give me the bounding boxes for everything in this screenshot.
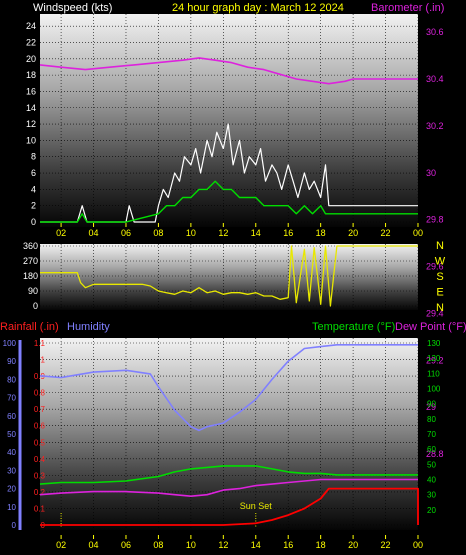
temperature-tick-label: 30	[427, 491, 436, 500]
weather-panel-background	[40, 338, 418, 530]
windspeed-tick-label: 4	[31, 184, 36, 194]
weather-x-tick-label: 18	[316, 540, 326, 550]
weather-x-tick-label: 22	[381, 540, 391, 550]
windspeed-tick-label: 22	[26, 37, 36, 47]
rainfall-tick-label: 0.2	[34, 488, 46, 497]
barometer-tick-label: 30	[426, 168, 436, 178]
windspeed-tick-label: 2	[31, 201, 36, 211]
windspeed-tick-label: 10	[26, 135, 36, 145]
humidity-tick-label: 10	[7, 503, 16, 512]
humidity-tick-label: 80	[7, 375, 16, 384]
windspeed-tick-label: 14	[26, 103, 36, 113]
weather-x-tick-label: 02	[56, 540, 66, 550]
weather-x-tick-label: 10	[186, 540, 196, 550]
wind-x-tick-label: 16	[283, 228, 293, 238]
wind-x-tick-label: 22	[381, 228, 391, 238]
temperature-tick-label: 50	[427, 460, 436, 469]
weather-x-tick-label: 16	[283, 540, 293, 550]
humidity-tick-label: 60	[7, 412, 16, 421]
wind-x-tick-label: 04	[89, 228, 99, 238]
barometer-tick-label: 30.6	[426, 27, 444, 37]
rainfall-tick-label: 1	[41, 356, 46, 365]
windspeed-tick-label: 0	[31, 217, 36, 227]
weather-x-tick-label: 04	[89, 540, 99, 550]
wind-x-tick-label: 02	[56, 228, 66, 238]
wind-direction-background	[40, 244, 418, 310]
direction-tick-label: 0	[33, 301, 38, 311]
barometer-tick-label: 30.2	[426, 121, 444, 131]
humidity-tick-label: 100	[3, 339, 17, 348]
direction-tick-label: 180	[23, 271, 38, 281]
weather-x-tick-label: 20	[348, 540, 358, 550]
compass-letter: N	[436, 240, 444, 252]
compass-letter: S	[436, 271, 443, 283]
temperature-label: Temperature (°F)	[312, 321, 395, 333]
wind-x-tick-label: 06	[121, 228, 131, 238]
sunset-label: Sun Set	[240, 501, 273, 511]
rainfall-tick-label: 0.7	[34, 405, 46, 414]
compass-letter: W	[435, 256, 446, 268]
windspeed-tick-label: 16	[26, 86, 36, 96]
rainfall-label: Rainfall (.in)	[0, 321, 59, 333]
humidity-tick-label: 70	[7, 394, 16, 403]
windspeed-label: Windspeed (kts)	[33, 2, 112, 14]
temperature-tick-label: 100	[427, 385, 441, 394]
weather-x-tick-label: 00	[413, 540, 423, 550]
wind-x-tick-label: 14	[251, 228, 261, 238]
windspeed-tick-label: 18	[26, 70, 36, 80]
direction-tick-label: 270	[23, 256, 38, 266]
windspeed-tick-label: 24	[26, 21, 36, 31]
humidity-tick-label: 30	[7, 466, 16, 475]
rainfall-tick-label: 0.6	[34, 422, 46, 431]
weather-x-tick-label: 06	[121, 540, 131, 550]
temperature-tick-label: 80	[427, 415, 436, 424]
wind-panel-background	[40, 14, 418, 227]
wind-direction-panel: 090180270360 NWSEN	[23, 240, 446, 314]
barometer-tick-label: 30.4	[426, 74, 444, 84]
windspeed-tick-label: 6	[31, 168, 36, 178]
temperature-tick-label: 120	[427, 354, 441, 363]
humidity-tick-label: 0	[12, 521, 17, 530]
humidity-tick-label: 50	[7, 430, 16, 439]
temperature-tick-label: 40	[427, 476, 436, 485]
temperature-tick-label: 20	[427, 506, 436, 515]
compass-letter: N	[436, 302, 444, 314]
barometer-label: Barometer (.in)	[371, 2, 444, 14]
wind-x-tick-label: 18	[316, 228, 326, 238]
wind-x-tick-label: 12	[218, 228, 228, 238]
rainfall-tick-label: 0.3	[34, 471, 46, 480]
temperature-tick-label: 90	[427, 400, 436, 409]
weather-graph: Windspeed (kts) 24 hour graph day : Marc…	[0, 2, 466, 550]
temperature-tick-label: 70	[427, 430, 436, 439]
wind-x-tick-label: 08	[153, 228, 163, 238]
humidity-tick-label: 40	[7, 448, 16, 457]
wind-x-tick-label: 00	[413, 228, 423, 238]
wind-x-tick-label: 20	[348, 228, 358, 238]
humidity-tick-label: 20	[7, 485, 16, 494]
direction-tick-label: 360	[23, 241, 38, 251]
humidity-label: Humidity	[67, 321, 110, 333]
rainfall-tick-label: 0.1	[34, 504, 46, 513]
rainfall-tick-label: 0.5	[34, 438, 46, 447]
weather-x-tick-label: 12	[218, 540, 228, 550]
temperature-tick-label: 110	[427, 369, 440, 378]
wind-x-tick-label: 10	[186, 228, 196, 238]
windspeed-tick-label: 20	[26, 54, 36, 64]
dewpoint-label: Dew Point (°F)	[395, 321, 466, 333]
compass-letter: E	[436, 287, 443, 299]
weather-x-tick-label: 14	[251, 540, 261, 550]
chart-title: 24 hour graph day : March 12 2024	[172, 2, 344, 14]
weather-x-tick-label: 08	[153, 540, 163, 550]
direction-tick-label: 90	[28, 286, 38, 296]
rainfall-tick-label: 1.1	[34, 339, 46, 348]
windspeed-tick-label: 12	[26, 119, 36, 129]
humidity-tick-label: 90	[7, 357, 16, 366]
weather-panel: 00.10.20.30.40.50.60.70.80.911.1 0102030…	[3, 338, 441, 550]
barometer-tick-label: 29.8	[426, 215, 444, 225]
rainfall-tick-label: 0.8	[34, 389, 46, 398]
rainfall-tick-label: 0.4	[34, 455, 46, 464]
temperature-tick-label: 60	[427, 445, 436, 454]
windspeed-tick-label: 8	[31, 152, 36, 162]
temperature-tick-label: 130	[427, 339, 441, 348]
